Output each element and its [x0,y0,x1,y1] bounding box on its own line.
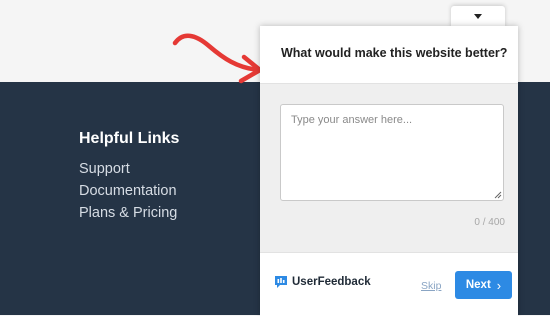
footer-link-support[interactable]: Support [79,161,130,177]
resize-grip-icon[interactable] [494,191,502,199]
footer-link-documentation[interactable]: Documentation [79,183,177,199]
skip-link[interactable]: Skip [421,280,441,292]
next-button-label: Next [465,279,491,291]
userfeedback-brand: UserFeedback [274,275,371,289]
userfeedback-logo-icon [275,276,287,288]
survey-question: What would make this website better? [281,46,508,60]
red-arrow-icon [172,33,263,84]
answer-textarea[interactable] [280,104,504,201]
feedback-widget: What would make this website better? 0 /… [260,26,518,316]
widget-header: What would make this website better? [260,26,518,84]
chevron-right-icon: › [496,277,502,293]
footer-link-plans-pricing[interactable]: Plans & Pricing [79,205,177,221]
caret-down-icon[interactable] [474,14,482,19]
helpful-links-title: Helpful Links [79,130,180,147]
next-button[interactable]: Next › [455,271,512,299]
character-counter: 0 / 400 [474,217,505,228]
widget-footer: UserFeedback Skip Next › [260,252,518,316]
brand-name: UserFeedback [292,276,371,288]
widget-toggle-tab[interactable] [451,6,505,28]
